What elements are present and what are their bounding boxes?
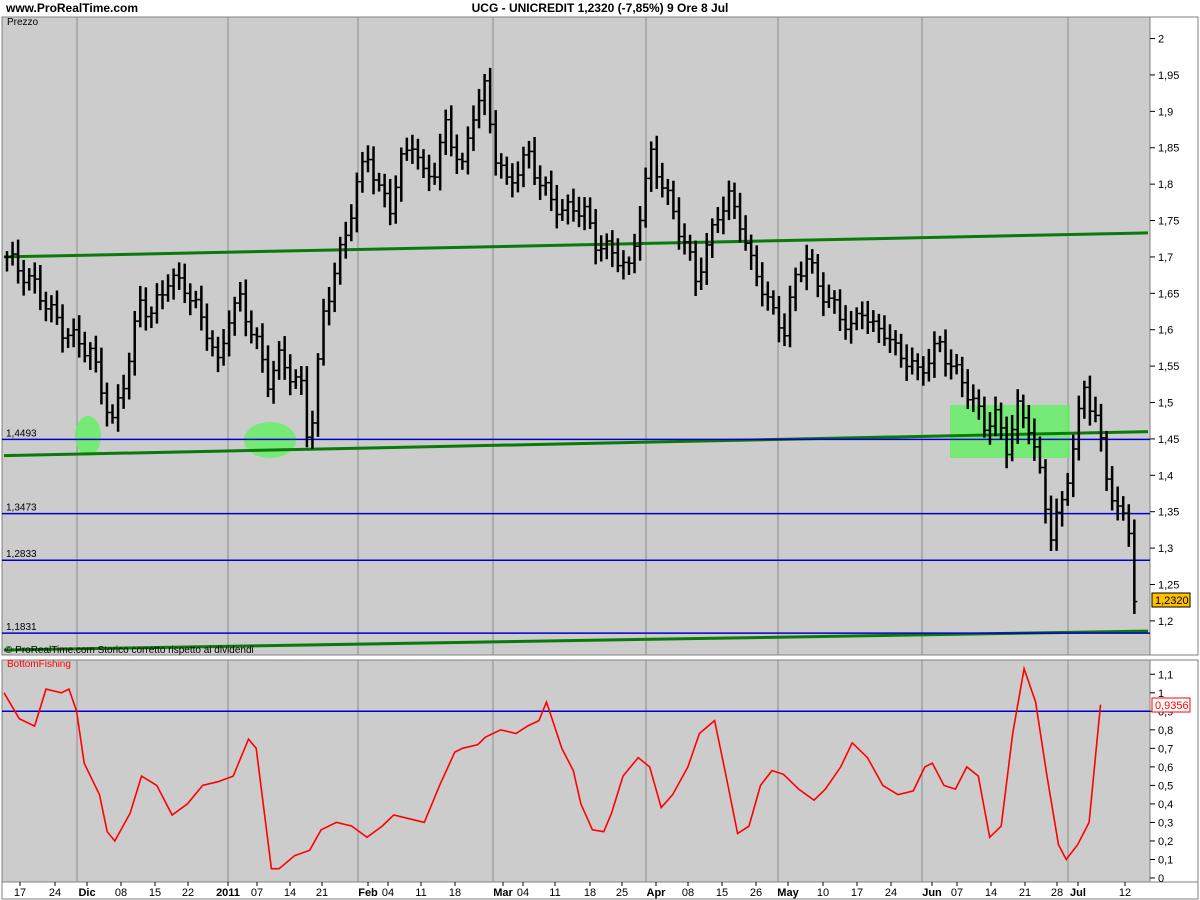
support-label: 1,1831: [6, 622, 37, 633]
y-tick-label: 0,4: [1158, 799, 1173, 811]
x-tick-label: 08: [682, 887, 694, 899]
support-label: 1,2833: [6, 549, 37, 560]
y-tick-label: 1,95: [1158, 70, 1179, 82]
x-tick-label: 07: [251, 887, 263, 899]
last-indicator-label: 0,9356: [1155, 700, 1189, 712]
y-tick-label: 1,85: [1158, 143, 1179, 155]
x-tick-label: Mar: [493, 887, 513, 899]
x-tick-label: 04: [382, 887, 394, 899]
copyright-footer: © ProRealTime.com Storico corretto rispe…: [5, 645, 254, 656]
y-tick-label: 0,3: [1158, 817, 1173, 829]
y-tick-label: 1,5: [1158, 398, 1173, 410]
x-tick-label: 17: [851, 887, 863, 899]
y-tick-label: 0,8: [1158, 725, 1173, 737]
x-tick-label: Apr: [647, 887, 667, 899]
x-tick-label: 15: [716, 887, 728, 899]
highlight-ellipse: [75, 416, 101, 456]
support-label: 1,3473: [6, 503, 37, 514]
x-tick-label: Feb: [358, 887, 378, 899]
y-tick-label: 0,1: [1158, 854, 1173, 866]
x-tick-label: 28: [1051, 887, 1063, 899]
y-tick-label: 1,8: [1158, 179, 1173, 191]
x-tick-label: 17: [14, 887, 26, 899]
y-tick-label: 1,35: [1158, 507, 1179, 519]
x-tick-label: 14: [284, 887, 296, 899]
x-tick-label: 18: [584, 887, 596, 899]
x-tick-label: 04: [517, 887, 529, 899]
y-tick-label: 1,2: [1158, 616, 1173, 628]
x-tick-label: 15: [149, 887, 161, 899]
y-tick-label: 1,1: [1158, 669, 1173, 681]
x-tick-label: 21: [316, 887, 328, 899]
last-price-box: 1,2320: [1151, 592, 1191, 608]
indicator-panel[interactable]: [1, 659, 1151, 883]
y-tick-label: 1,75: [1158, 216, 1179, 228]
x-tick-label: 24: [885, 887, 897, 899]
price-panel[interactable]: [1, 16, 1151, 656]
indicator-panel-label: BottomFishing: [7, 659, 71, 670]
x-tick-label: May: [777, 887, 799, 899]
x-tick-label: 24: [49, 887, 61, 899]
x-tick-label: 21: [1019, 887, 1031, 899]
last-indicator-box: 0,9356: [1151, 697, 1191, 713]
highlight-rect: [950, 405, 1070, 458]
x-tick-label: 26: [750, 887, 762, 899]
x-tick-label: 2011: [216, 887, 240, 899]
x-tick-label: Dic: [78, 887, 95, 899]
x-tick-label: 22: [182, 887, 194, 899]
y-tick-label: 0: [1158, 873, 1164, 885]
y-tick-label: 0,2: [1158, 836, 1173, 848]
y-tick-label: 1,7: [1158, 252, 1173, 264]
x-tick-label: 11: [415, 887, 426, 899]
y-tick-label: 0,5: [1158, 780, 1173, 792]
x-tick-label: 25: [616, 887, 628, 899]
x-tick-label: 14: [985, 887, 997, 899]
x-tick-label: 07: [951, 887, 963, 899]
y-tick-label: 1,3: [1158, 543, 1173, 555]
x-tick-label: 18: [449, 887, 461, 899]
y-tick-label: 1,65: [1158, 288, 1179, 300]
y-tick-label: 0,6: [1158, 762, 1173, 774]
y-tick-label: 2: [1158, 34, 1164, 46]
x-tick-label: 12: [1119, 887, 1131, 899]
y-tick-label: 1,4: [1158, 470, 1173, 482]
support-label: 1,4493: [6, 428, 37, 439]
x-tick-label: Jun: [922, 887, 942, 899]
x-tick-label: 08: [115, 887, 127, 899]
y-tick-label: 1,25: [1158, 579, 1179, 591]
y-tick-label: 1,55: [1158, 361, 1179, 373]
last-price-label: 1,2320: [1155, 595, 1189, 607]
price-panel-label: Prezzo: [7, 17, 39, 28]
y-tick-label: 1,6: [1158, 325, 1173, 337]
y-tick-label: 0,7: [1158, 743, 1173, 755]
x-tick-label: 10: [817, 887, 829, 899]
y-tick-label: 1,45: [1158, 434, 1179, 446]
x-tick-label: Jul: [1070, 887, 1086, 899]
chart-canvas[interactable]: 1,4493 1,3473 1,2833 1,1831 2 1,95 1,9 1,85 1,8…: [0, 0, 1200, 900]
x-tick-label: 11: [549, 887, 560, 899]
y-tick-label: 1,9: [1158, 106, 1173, 118]
